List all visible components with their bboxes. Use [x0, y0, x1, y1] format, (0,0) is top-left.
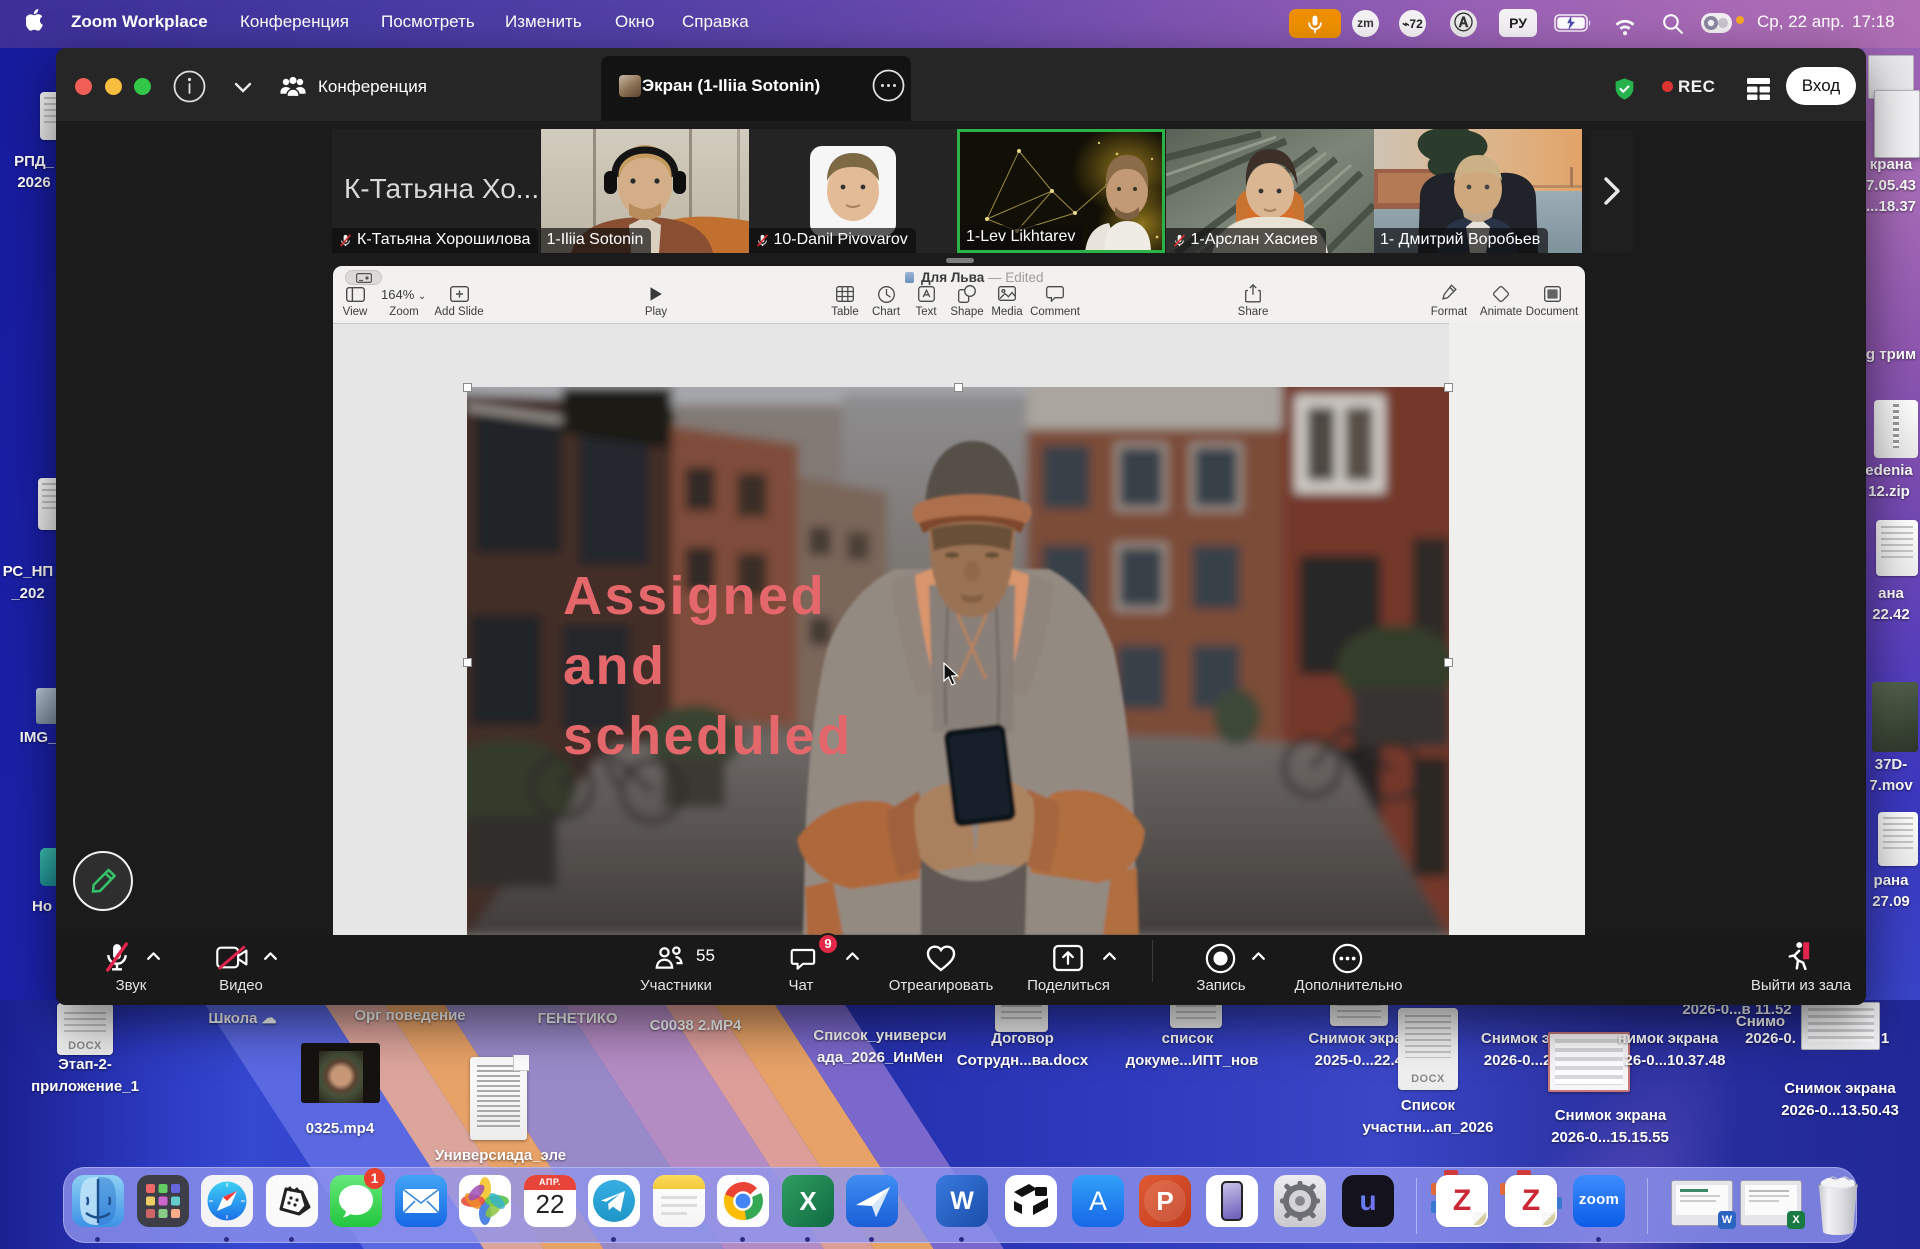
svg-text:Assigned: Assigned — [563, 566, 826, 626]
svg-text:and: and — [563, 636, 667, 696]
svg-text:scheduled: scheduled — [563, 706, 853, 766]
